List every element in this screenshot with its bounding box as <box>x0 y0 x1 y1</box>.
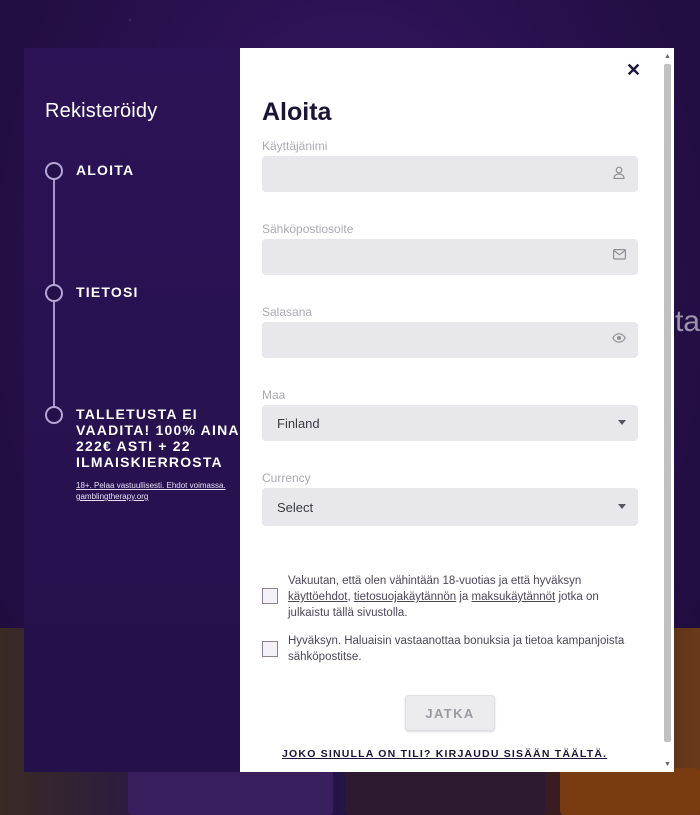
step-dot <box>45 406 63 424</box>
terms-link[interactable]: käyttöehdot <box>288 591 347 603</box>
country-select[interactable]: Finland <box>262 405 638 441</box>
payment-policy-link[interactable]: maksukäytännöt <box>472 591 556 603</box>
country-label: Maa <box>262 388 286 402</box>
privacy-link[interactable]: tietosuojakäytännön <box>354 591 456 603</box>
user-icon <box>612 166 626 180</box>
country-selected-value: Finland <box>277 416 320 431</box>
password-input[interactable] <box>262 322 620 358</box>
chevron-down-icon <box>618 504 626 509</box>
username-field[interactable] <box>262 156 638 192</box>
eye-icon[interactable] <box>612 332 626 346</box>
username-label: Käyttäjänimi <box>262 139 328 153</box>
chevron-down-icon <box>618 420 626 425</box>
scrollbar-thumb[interactable] <box>664 64 671 742</box>
close-button[interactable]: ✕ <box>626 60 641 81</box>
terms-consent-text: Vakuutan, että olen vähintään 18-vuotias… <box>288 575 599 619</box>
password-label: Salasana <box>262 305 313 319</box>
step-label: ALOITA <box>76 162 135 178</box>
registration-steps-panel: Rekisteröidy ALOITA TIETOSI TALLETUSTA E… <box>24 48 241 772</box>
bonus-fine-print[interactable]: 18+. Pelaa vastuullisesti. Ehdot voimass… <box>76 480 241 502</box>
step-label: TALLETUSTA EI VAADITA! 100% AINA 222€ AS… <box>76 406 241 502</box>
background-text: ta <box>674 305 700 338</box>
step-label: TIETOSI <box>76 284 139 300</box>
login-link[interactable]: JOKO SINULLA ON TILI? KIRJAUDU SISÄÄN TÄ… <box>282 748 607 760</box>
password-field[interactable] <box>262 322 638 358</box>
registration-form-modal: ✕ Aloita Käyttäjänimi Sähköpostiosoite S… <box>240 48 674 772</box>
continue-button[interactable]: JATKA <box>405 695 495 731</box>
currency-selected-value: Select <box>277 500 314 515</box>
modal-scrollbar[interactable]: ▲ ▼ <box>663 52 672 770</box>
currency-label: Currency <box>262 471 311 485</box>
marketing-checkbox[interactable] <box>262 641 278 657</box>
currency-select[interactable]: Select <box>262 488 638 526</box>
email-label: Sähköpostiosoite <box>262 222 354 236</box>
step-dot <box>45 162 63 180</box>
email-input[interactable] <box>262 239 620 275</box>
username-input[interactable] <box>262 156 620 192</box>
scroll-down-icon[interactable]: ▼ <box>663 760 672 770</box>
scroll-up-icon[interactable]: ▲ <box>663 52 672 62</box>
form-title: Aloita <box>262 98 332 126</box>
mail-icon <box>612 249 626 263</box>
step-dot <box>45 284 63 302</box>
marketing-consent-text: Hyväksyn. Haluaisin vastaanottaa bonuksi… <box>288 635 625 663</box>
terms-checkbox[interactable] <box>262 588 278 604</box>
bonus-text: TALLETUSTA EI VAADITA! 100% AINA 222€ AS… <box>76 406 240 470</box>
steps-title: Rekisteröidy <box>45 100 158 122</box>
email-field[interactable] <box>262 239 638 275</box>
